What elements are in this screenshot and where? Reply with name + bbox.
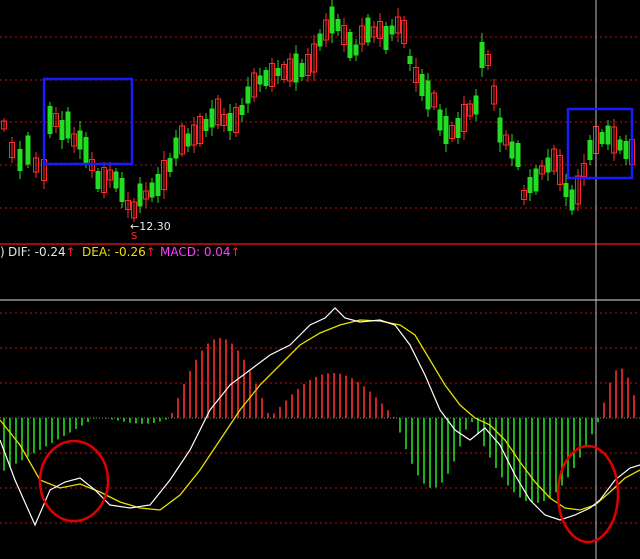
- candle-body: [25, 135, 31, 165]
- candle-body: [263, 70, 269, 86]
- sell-marker: S: [131, 231, 138, 242]
- candle-body: [623, 141, 629, 159]
- candle-body: [443, 116, 449, 144]
- candle-body: [227, 113, 233, 131]
- candle-body: [167, 158, 173, 172]
- candle-body: [437, 109, 443, 131]
- candle-body: [299, 63, 305, 77]
- candle-body: [515, 143, 521, 167]
- candle-body: [473, 95, 479, 115]
- candle-body: [119, 178, 125, 202]
- candle-body: [545, 157, 551, 173]
- candle-body: [479, 42, 485, 68]
- highlight-circle-right: [556, 444, 620, 544]
- candle-body: [617, 139, 623, 151]
- candle-body: [389, 25, 395, 35]
- dif-up-arrow-icon: ↑: [65, 245, 76, 259]
- chart-canvas[interactable]: [0, 0, 640, 559]
- candle-body: [203, 119, 209, 131]
- candle-body: [383, 26, 389, 50]
- dea-up-arrow-icon: ↑: [145, 245, 156, 259]
- candle-body: [569, 189, 575, 211]
- macd-up-arrow-icon: ↑: [230, 245, 241, 259]
- candle-body: [95, 171, 101, 189]
- indicator-prefix: ): [0, 245, 5, 259]
- candle-body: [533, 168, 539, 192]
- macd-value: MACD: 0.04↑: [160, 245, 241, 259]
- candle-body: [185, 133, 191, 147]
- candle-body: [353, 44, 359, 56]
- candle-body: [365, 17, 371, 43]
- candle-body: [59, 120, 65, 140]
- candle-body: [245, 86, 251, 104]
- candle-body: [155, 174, 161, 196]
- candle-body: [83, 137, 89, 163]
- candle-body: [599, 132, 605, 144]
- candle-body: [497, 117, 503, 143]
- candle-body: [605, 125, 611, 145]
- candle-body: [209, 108, 215, 128]
- candle-body: [275, 68, 281, 76]
- candle-body: [137, 183, 143, 207]
- candle-body: [329, 6, 335, 34]
- candle-body: [113, 171, 119, 189]
- candle-body: [455, 118, 461, 138]
- candle-body: [419, 74, 425, 96]
- dif-value: DIF: -0.24↑: [8, 245, 76, 259]
- candle-body: [527, 177, 533, 193]
- candle-body: [587, 140, 593, 160]
- candle-body: [149, 182, 155, 198]
- highlight-circle-left: [38, 439, 110, 523]
- candle-body: [65, 111, 71, 139]
- candle-body: [47, 106, 53, 134]
- candle-body: [17, 149, 23, 171]
- candle-body: [425, 80, 431, 110]
- candle-body: [563, 183, 569, 197]
- dea-value: DEA: -0.26↑: [82, 245, 156, 259]
- candle-body: [239, 105, 245, 115]
- candle-body: [173, 137, 179, 159]
- candle-body: [347, 32, 353, 58]
- candle-body: [509, 141, 515, 159]
- candle-body: [317, 33, 323, 47]
- candle-body: [407, 56, 413, 64]
- candle-body: [257, 75, 263, 85]
- stock-chart-window[interactable]: ) DIF: -0.24↑ DEA: -0.26↑ MACD: 0.04↑ ←1…: [0, 0, 640, 559]
- candle-body: [77, 130, 83, 150]
- candle-body: [293, 53, 299, 83]
- candle-body: [335, 19, 341, 31]
